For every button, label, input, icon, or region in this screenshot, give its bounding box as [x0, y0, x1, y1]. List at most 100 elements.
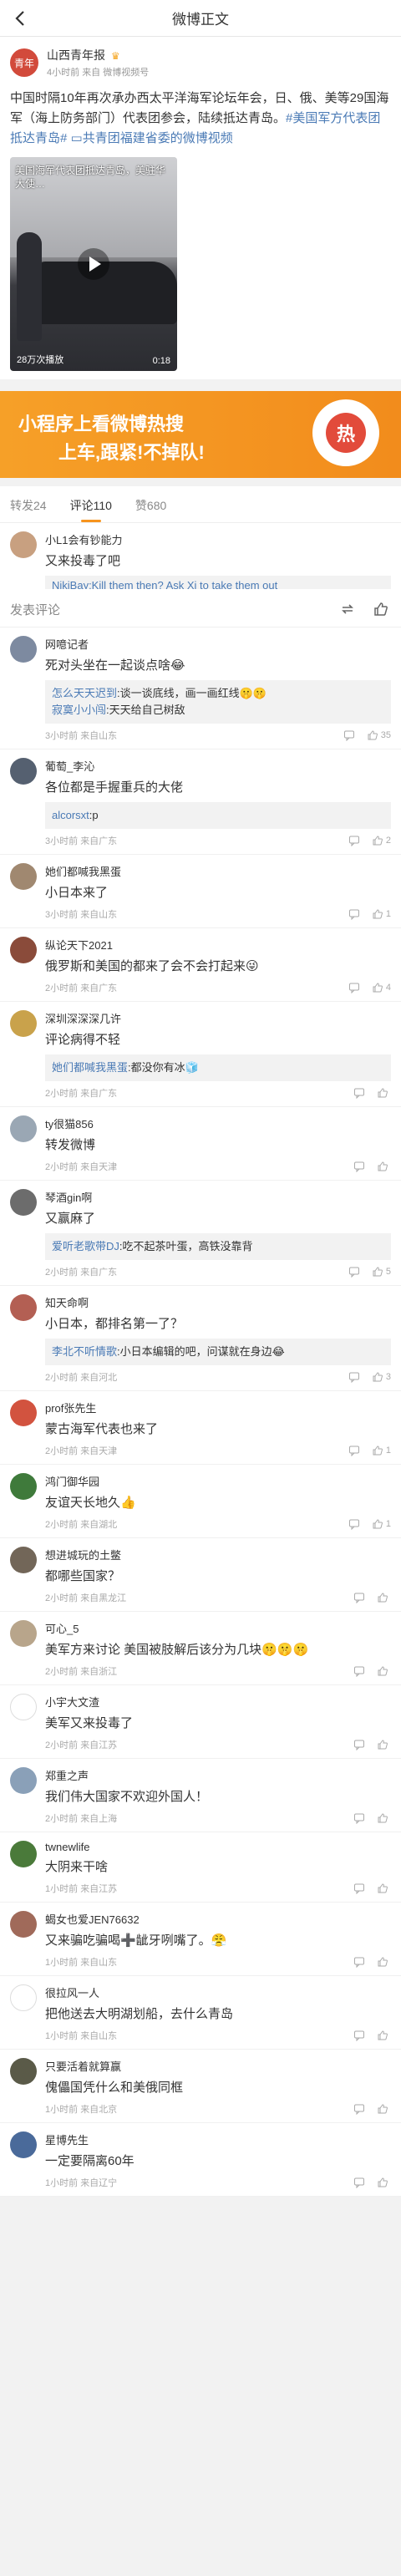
comment-like-button[interactable]: 35: [367, 729, 391, 741]
back-arrow-icon[interactable]: [8, 7, 32, 30]
reply-author[interactable]: 怎么天天迟到: [52, 687, 117, 699]
reply-icon[interactable]: [353, 1739, 365, 1750]
avatar[interactable]: [10, 1620, 37, 1647]
avatar[interactable]: [10, 863, 37, 890]
comment-author[interactable]: 郑重之声: [45, 1767, 391, 1783]
comment-like-button[interactable]: [377, 2177, 391, 2188]
comment-author[interactable]: 想进城玩的土鳖: [45, 1547, 391, 1562]
comment-like-button[interactable]: [377, 1956, 391, 1968]
comment-like-button[interactable]: 5: [372, 1266, 391, 1278]
avatar[interactable]: [10, 1115, 37, 1142]
comment-like-button[interactable]: 1: [372, 1518, 391, 1530]
comment-replies[interactable]: alcorsxt:p: [45, 802, 391, 829]
comment-author[interactable]: twnewlife: [45, 1841, 391, 1853]
avatar[interactable]: [10, 2058, 37, 2085]
hot-search-banner[interactable]: 小程序上看微博热搜 上车,跟紧!不掉队! 热: [0, 391, 401, 478]
comment-reply-partial[interactable]: NikiBay:Kill them then? Ask Xi to take t…: [45, 576, 391, 589]
reply-author[interactable]: alcorsxt: [52, 809, 89, 821]
comment-author[interactable]: 琴酒gin啊: [45, 1189, 391, 1205]
reply-icon[interactable]: [348, 982, 360, 993]
comment-author[interactable]: 很拉风一人: [45, 1984, 391, 2000]
reply-icon[interactable]: [353, 2103, 365, 2115]
comment-author[interactable]: ty很猫856: [45, 1115, 391, 1131]
comment-like-button[interactable]: [377, 1592, 391, 1603]
comment-author[interactable]: 蝎女也爱JEN76632: [45, 1911, 391, 1927]
comment-replies[interactable]: 她们都喊我黑蛋:都没你有冰🧊: [45, 1054, 391, 1081]
avatar[interactable]: [10, 1984, 37, 2011]
tab-reposts[interactable]: 转发24: [10, 497, 47, 522]
author-avatar[interactable]: 青年: [10, 48, 38, 77]
reply-icon[interactable]: [353, 1087, 365, 1099]
reply-author[interactable]: 寂寞小小闯: [52, 704, 106, 716]
play-icon[interactable]: [77, 247, 110, 281]
avatar[interactable]: [10, 636, 37, 663]
comment-like-button[interactable]: [377, 1665, 391, 1677]
reply-icon[interactable]: [353, 1161, 365, 1172]
comment-author[interactable]: 小L1会有钞能力: [45, 531, 391, 547]
comment-replies[interactable]: 爱听老歌带DJ:吃不起茶叶蛋，高铁没靠背: [45, 1233, 391, 1260]
comment-replies[interactable]: 李北不听情歌:小日本编辑的吧，问谋就在身边😂: [45, 1339, 391, 1365]
reply-author[interactable]: 李北不听情歌: [52, 1345, 117, 1358]
reply-icon[interactable]: [353, 1592, 365, 1603]
avatar[interactable]: [10, 937, 37, 963]
comment-like-button[interactable]: 3: [372, 1371, 391, 1383]
reply-icon[interactable]: [348, 1445, 360, 1456]
comment-author[interactable]: 小宇大文渣: [45, 1694, 391, 1710]
comment-like-button[interactable]: [377, 1739, 391, 1750]
avatar[interactable]: [10, 1294, 37, 1321]
avatar[interactable]: [10, 1189, 37, 1216]
avatar[interactable]: [10, 758, 37, 785]
comment-like-button[interactable]: [377, 1812, 391, 1824]
comment-like-button[interactable]: [377, 1161, 391, 1172]
reply-icon[interactable]: [353, 1882, 365, 1894]
comment-author[interactable]: 可心_5: [45, 1620, 391, 1636]
reply-icon[interactable]: [353, 1665, 365, 1677]
comment-replies[interactable]: 怎么天天迟到:谈一谈底线，画一画红线🤫🤫 寂寞小小闯:天天给自己树敌: [45, 680, 391, 724]
reply-icon[interactable]: [348, 1518, 360, 1530]
comment-like-button[interactable]: 1: [372, 908, 391, 920]
reply-icon[interactable]: [353, 1812, 365, 1824]
reply-icon[interactable]: [348, 835, 360, 846]
video-source-link[interactable]: 共青团福建省委的微博视频: [83, 131, 233, 145]
avatar[interactable]: [10, 1694, 37, 1720]
avatar[interactable]: [10, 1010, 37, 1037]
comment-author[interactable]: 她们都喊我黑蛋: [45, 863, 391, 879]
reply-author[interactable]: 爱听老歌带DJ: [52, 1240, 119, 1252]
tab-likes[interactable]: 赞680: [135, 497, 166, 522]
comment-author[interactable]: 深圳深深深几许: [45, 1010, 391, 1026]
tab-comments[interactable]: 评论110: [70, 497, 112, 522]
avatar[interactable]: [10, 1911, 37, 1938]
avatar[interactable]: [10, 1473, 37, 1500]
reply-icon[interactable]: [343, 729, 355, 741]
post-video[interactable]: 美国海军代表团抵达青岛，美驻华大使… 28万次播放 0:18: [10, 157, 177, 371]
comment-author[interactable]: 纵论天下2021: [45, 937, 391, 953]
reply-icon[interactable]: [353, 2177, 365, 2188]
avatar[interactable]: [10, 1400, 37, 1426]
comment-author[interactable]: 鸿门御华园: [45, 1473, 391, 1489]
like-icon[interactable]: [373, 601, 389, 620]
avatar[interactable]: [10, 1841, 37, 1867]
comment-like-button[interactable]: 2: [372, 835, 391, 846]
comment-author[interactable]: 只要活着就算赢: [45, 2058, 391, 2074]
avatar[interactable]: [10, 531, 37, 558]
avatar[interactable]: [10, 1547, 37, 1573]
comment-author[interactable]: 葡萄_李沁: [45, 758, 391, 774]
reply-icon[interactable]: [348, 1266, 360, 1278]
comment-like-button[interactable]: [377, 2030, 391, 2041]
comment-like-button[interactable]: [377, 1882, 391, 1894]
avatar[interactable]: [10, 2131, 37, 2158]
comment-like-button[interactable]: [377, 1087, 391, 1099]
avatar[interactable]: [10, 1767, 37, 1794]
comment-author[interactable]: prof张先生: [45, 1400, 391, 1415]
comment-author[interactable]: 网噫记者: [45, 636, 391, 652]
reply-icon[interactable]: [348, 1371, 360, 1383]
comment-like-button[interactable]: 1: [372, 1445, 391, 1456]
post-comment-button[interactable]: 发表评论: [10, 601, 60, 618]
reply-icon[interactable]: [353, 1956, 365, 1968]
reply-author[interactable]: 她们都喊我黑蛋: [52, 1061, 128, 1074]
reply-icon[interactable]: [348, 908, 360, 920]
repost-icon[interactable]: [339, 601, 356, 620]
comment-author[interactable]: 知天命啊: [45, 1294, 391, 1310]
comment-like-button[interactable]: 4: [372, 982, 391, 993]
comment-author[interactable]: 星博先生: [45, 2131, 391, 2147]
